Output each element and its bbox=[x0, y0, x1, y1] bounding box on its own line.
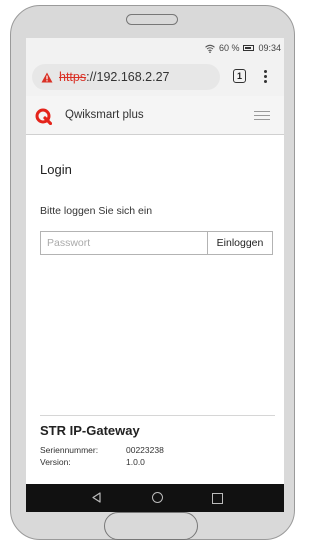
app-header: Qwiksmart plus bbox=[26, 96, 284, 135]
version-label: Version: bbox=[40, 457, 71, 467]
serial-label: Seriennummer: bbox=[40, 445, 99, 455]
login-form: Einloggen bbox=[40, 231, 273, 255]
version-row: Version: 1.0.0 bbox=[40, 457, 145, 467]
hamburger-icon[interactable] bbox=[254, 111, 270, 120]
url-host: ://192.168.2.27 bbox=[86, 70, 170, 84]
login-button[interactable]: Einloggen bbox=[207, 231, 273, 255]
footer-divider bbox=[40, 415, 275, 416]
signal-percent: 60 % bbox=[218, 43, 240, 53]
password-input[interactable] bbox=[40, 231, 207, 255]
home-icon[interactable] bbox=[152, 492, 163, 503]
address-bar[interactable]: https://192.168.2.27 bbox=[32, 64, 220, 90]
tab-count-icon[interactable]: 1 bbox=[233, 69, 246, 83]
app-name: Qwiksmart plus bbox=[65, 109, 144, 121]
warning-icon[interactable] bbox=[41, 72, 53, 83]
phone-screen: 60 % 09:34 https://192.168.2.27 1 Qwiksm… bbox=[26, 38, 284, 512]
serial-row: Seriennummer: 00223238 bbox=[40, 445, 164, 455]
browser-toolbar: https://192.168.2.27 1 bbox=[26, 58, 284, 96]
phone-home-button bbox=[104, 512, 198, 540]
serial-value: 00223238 bbox=[126, 445, 164, 455]
back-icon[interactable] bbox=[91, 492, 102, 503]
wifi-icon bbox=[205, 44, 215, 53]
status-right: 60 % 09:34 bbox=[205, 43, 281, 53]
login-subtitle: Bitte loggen Sie sich ein bbox=[40, 205, 153, 217]
version-value: 1.0.0 bbox=[126, 457, 145, 467]
gateway-title: STR IP-Gateway bbox=[40, 423, 140, 438]
url-scheme: https bbox=[59, 70, 87, 84]
status-time: 09:34 bbox=[258, 43, 281, 53]
menu-dots-icon[interactable] bbox=[264, 70, 267, 83]
status-bar: 60 % 09:34 bbox=[26, 38, 284, 58]
recent-apps-icon[interactable] bbox=[212, 493, 223, 504]
phone-speaker bbox=[126, 14, 178, 25]
login-title: Login bbox=[40, 162, 72, 177]
battery-icon bbox=[243, 45, 255, 51]
android-nav-bar bbox=[26, 484, 284, 512]
qwiksmart-logo-icon bbox=[35, 108, 52, 125]
